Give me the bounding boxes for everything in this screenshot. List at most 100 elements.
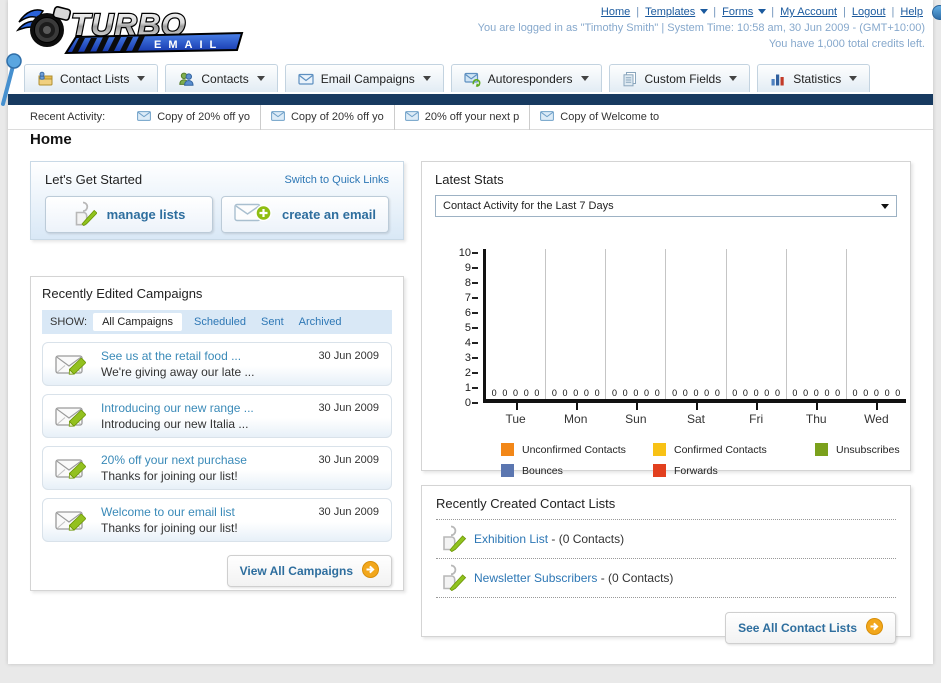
- login-status: You are logged in as "Timothy Smith" | S…: [477, 22, 925, 34]
- chart-column: 0 0 0 0 0 Tue: [486, 249, 547, 426]
- chart-value: 0: [704, 388, 710, 398]
- y-axis-tick: [472, 372, 478, 374]
- chart-value: 0: [622, 388, 628, 398]
- campaign-date: 30 Jun 2009: [318, 506, 379, 518]
- tab-autoresponders[interactable]: Autoresponders: [450, 64, 602, 92]
- stats-period-select[interactable]: Contact Activity for the Last 7 Days: [435, 195, 897, 217]
- contact-list-count: - (0 Contacts): [548, 532, 625, 546]
- campaign-item[interactable]: Welcome to our email list Thanks for join…: [42, 498, 392, 542]
- app-window: TURBO EMAIL Home | Templates | Forms | My Acco…: [0, 0, 941, 683]
- legend-label: Unconfirmed Contacts: [522, 443, 626, 456]
- legend-item: Confirmed Contacts: [653, 443, 815, 456]
- envelope-icon: [271, 106, 285, 130]
- legend-label: Forwards: [674, 464, 718, 477]
- y-axis-tick: [472, 402, 478, 404]
- create-email-icon: [234, 201, 272, 228]
- filter-scheduled[interactable]: Scheduled: [194, 316, 246, 328]
- campaign-edit-icon: [55, 403, 93, 437]
- chart-column: 0 0 0 0 0 Wed: [847, 249, 906, 426]
- recent-activity-item[interactable]: Copy of 20% off yo: [261, 105, 395, 130]
- get-started-panel: Let's Get Started Switch to Quick Links …: [30, 161, 404, 240]
- legend-label: Confirmed Contacts: [674, 443, 767, 456]
- filter-sent[interactable]: Sent: [261, 316, 284, 328]
- tab-statistics[interactable]: Statistics: [757, 64, 871, 92]
- main-content: TURBO EMAIL Home | Templates | Forms | My Acco…: [8, 0, 933, 664]
- legend-item: Unconfirmed Contacts: [501, 443, 653, 456]
- campaign-item[interactable]: See us at the retail food ... We're givin…: [42, 342, 392, 386]
- y-axis-tick: [472, 342, 478, 344]
- tab-label: Contact Lists: [60, 71, 130, 86]
- campaign-list: See us at the retail food ... We're givin…: [42, 342, 392, 542]
- tab-label: Custom Fields: [644, 71, 722, 86]
- logo-pin-decoration: [1, 53, 22, 106]
- contacts-icon: [178, 71, 194, 87]
- tab-custom-fields[interactable]: Custom Fields: [608, 64, 751, 92]
- chart-value: 0: [583, 388, 589, 398]
- chart-column: 0 0 0 0 0 Mon: [546, 249, 607, 426]
- legend-label: Unsubscribes: [836, 443, 900, 456]
- filter-all-campaigns[interactable]: All Campaigns: [93, 313, 182, 331]
- create-email-button[interactable]: create an email: [221, 196, 389, 233]
- header-link-logout[interactable]: Logout: [852, 6, 886, 18]
- x-axis-tick: [695, 403, 698, 410]
- header-right: Home | Templates | Forms | My Account | Logout | H…: [478, 5, 925, 51]
- statistics-icon: [770, 71, 786, 87]
- manage-lists-button[interactable]: manage lists: [45, 196, 213, 233]
- campaign-edit-icon: [55, 507, 93, 541]
- header-link-home[interactable]: Home: [601, 6, 630, 18]
- campaigns-panel-title: Recently Edited Campaigns: [42, 286, 203, 301]
- see-all-contact-lists-button[interactable]: See All Contact Lists: [725, 612, 896, 644]
- contact-list-item[interactable]: Newsletter Subscribers - (0 Contacts): [436, 559, 896, 598]
- chart-values: 00000: [666, 388, 725, 398]
- view-all-campaigns-label: View All Campaigns: [239, 564, 353, 578]
- tab-contacts[interactable]: Contacts: [165, 64, 278, 92]
- separator: |: [713, 6, 717, 18]
- tab-email-campaigns[interactable]: Email Campaigns: [284, 64, 444, 92]
- y-axis-label: 4: [464, 337, 471, 349]
- y-axis-label: 0: [464, 397, 471, 409]
- header-link-templates[interactable]: Templates: [645, 6, 695, 18]
- stats-period-value: Contact Activity for the Last 7 Days: [443, 200, 614, 212]
- x-axis-label: Tue: [505, 412, 526, 426]
- filter-archived[interactable]: Archived: [299, 316, 342, 328]
- envelope-icon: [137, 106, 152, 130]
- contact-list-link[interactable]: Newsletter Subscribers: [474, 571, 597, 585]
- y-axis-label: 2: [464, 367, 471, 379]
- recent-activity-item[interactable]: 20% off your next p: [395, 105, 531, 130]
- header-link-forms[interactable]: Forms: [722, 6, 753, 18]
- latest-stats-panel: Latest Stats Contact Activity for the La…: [421, 161, 911, 477]
- header-link-help[interactable]: Help: [900, 6, 923, 18]
- header-link-my-account[interactable]: My Account: [780, 6, 837, 18]
- legend-item: Bounces: [501, 464, 653, 477]
- y-axis-tick: [472, 387, 478, 389]
- tab-contact-lists[interactable]: Contact Lists: [24, 64, 159, 92]
- chart-value: 0: [562, 388, 568, 398]
- chart-value: 0: [884, 388, 890, 398]
- campaign-item[interactable]: Introducing our new range ... Introducing…: [42, 394, 392, 438]
- separator: |: [636, 6, 640, 18]
- get-started-title: Let's Get Started: [45, 172, 143, 187]
- switch-to-quick-links[interactable]: Switch to Quick Links: [284, 174, 389, 186]
- chart-value: 0: [742, 388, 748, 398]
- contact-list-link[interactable]: Exhibition List: [474, 532, 548, 546]
- campaign-item[interactable]: 20% off your next purchase Thanks for joi…: [42, 446, 392, 490]
- x-axis-tick: [756, 403, 759, 410]
- chart-value: 0: [551, 388, 557, 398]
- navigation-bar-divider: [8, 94, 933, 105]
- x-axis-label: Wed: [864, 412, 889, 426]
- recent-activity-bar: Recent Activity: Copy of 20% off yo Copy o…: [8, 105, 933, 130]
- y-axis-label: 1: [464, 382, 471, 394]
- recent-activity-item[interactable]: Copy of 20% off yo: [127, 105, 261, 130]
- contact-list-edit-icon: [440, 524, 468, 563]
- campaign-edit-icon: [55, 455, 93, 489]
- campaign-filters: SHOW: All Campaigns Scheduled Sent Archived: [42, 310, 392, 334]
- chart-value: 0: [502, 388, 508, 398]
- chart-values: 00000: [546, 388, 605, 398]
- view-all-campaigns-button[interactable]: View All Campaigns: [226, 555, 392, 587]
- chart-value: 0: [594, 388, 600, 398]
- contact-list-item[interactable]: Exhibition List - (0 Contacts): [436, 520, 896, 559]
- recent-activity-item[interactable]: Copy of Welcome to: [530, 105, 669, 130]
- chart-plot: 0 0 0 0 0 Tue 0 0 0 0 0 Mon 0 0 0 0 0 Sun 0 0 0 0 0 Sat 0 0 0 0 0 Fri…: [483, 249, 906, 426]
- chart-y-axis: 0 1 2 3 4 5 6 7 8 9 10: [447, 247, 481, 409]
- legend-swatch: [653, 464, 666, 477]
